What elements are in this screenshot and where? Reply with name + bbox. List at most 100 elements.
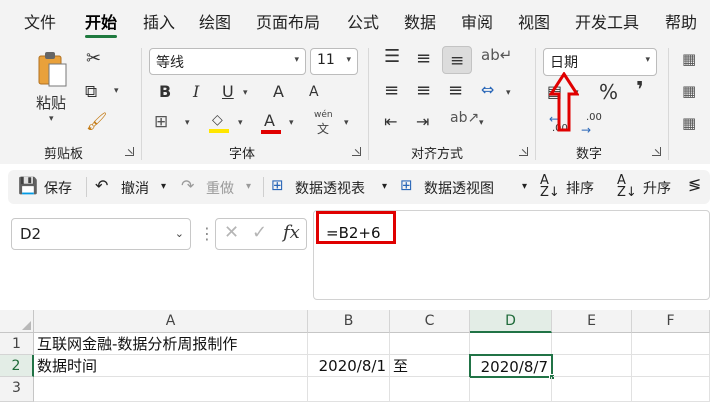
menu-data[interactable]: 数据 [404, 9, 436, 33]
border-icon[interactable]: ⊞ [154, 112, 168, 132]
align-bottom-button[interactable]: ≡ [442, 46, 472, 74]
cell-a1[interactable]: 互联网金融-数据分析周报制作 [34, 333, 308, 355]
undo-dropdown-icon[interactable]: ▾ [161, 181, 166, 192]
cancel-icon[interactable]: ✕ [224, 222, 239, 243]
menu-view[interactable]: 视图 [518, 9, 550, 33]
name-box[interactable]: D2 ⌄ [11, 218, 191, 250]
decrease-font-button[interactable]: A [309, 84, 319, 100]
sort-ascending-icon[interactable]: A Z↓ [617, 174, 637, 199]
phonetic-dropdown-icon[interactable]: ▾ [344, 118, 349, 128]
align-top-icon[interactable]: ☰ [384, 46, 400, 67]
fill-color-icon[interactable]: ◇ [209, 112, 231, 134]
italic-button[interactable]: I [193, 82, 199, 101]
copy-dropdown-icon[interactable]: ▾ [114, 86, 119, 96]
cell-a3[interactable] [34, 377, 308, 402]
clipboard-launcher-icon[interactable] [125, 147, 134, 156]
underline-dropdown-icon[interactable]: ▾ [243, 88, 248, 98]
sort-button[interactable]: 排序 [566, 178, 594, 198]
alignment-launcher-icon[interactable] [519, 147, 528, 156]
conditional-format-icon[interactable]: ▦ [682, 50, 696, 68]
align-right-icon[interactable]: ≡ [448, 80, 463, 101]
column-header-b[interactable]: B [308, 310, 390, 333]
more-options-icon[interactable]: ⋮ [199, 224, 215, 243]
font-launcher-icon[interactable] [352, 147, 361, 156]
copy-icon[interactable]: ⧉ [85, 82, 97, 102]
cell-c1[interactable] [390, 333, 470, 355]
fill-color-dropdown-icon[interactable]: ▾ [238, 118, 243, 128]
paste-label[interactable]: 粘贴 [36, 92, 66, 113]
menu-help[interactable]: 帮助 [665, 9, 697, 33]
menu-draw[interactable]: 绘图 [199, 9, 231, 33]
percent-style-button[interactable]: % [599, 80, 618, 104]
sort-ascending-button[interactable]: 升序 [643, 178, 671, 198]
underline-button[interactable]: U [222, 82, 234, 101]
font-name-select[interactable]: 等线 ▾ [149, 48, 306, 75]
align-middle-icon[interactable]: ≡ [416, 48, 431, 69]
column-header-a[interactable]: A [34, 310, 308, 333]
save-icon[interactable]: 💾 [18, 176, 38, 195]
cell-c2[interactable]: 至 [390, 355, 470, 377]
wrap-text-icon[interactable]: ab↵ [481, 46, 512, 64]
paste-icon[interactable] [36, 50, 68, 88]
decrease-indent-icon[interactable]: ⇤ [384, 112, 397, 131]
menu-developer[interactable]: 开发工具 [575, 9, 639, 33]
column-header-c[interactable]: C [390, 310, 470, 333]
menu-insert[interactable]: 插入 [143, 9, 175, 33]
orientation-dropdown-icon[interactable]: ▾ [479, 118, 484, 128]
insert-function-icon[interactable]: fx [283, 222, 300, 243]
pivot-chart-icon[interactable]: ⊞ [400, 176, 413, 194]
enter-icon[interactable]: ✓ [252, 222, 267, 243]
cut-icon[interactable]: ✂ [86, 48, 101, 69]
cell-f1[interactable] [632, 333, 710, 355]
row-header-3[interactable]: 3 [0, 377, 34, 402]
comma-style-button[interactable]: ❜ [636, 78, 644, 103]
cell-e3[interactable] [552, 377, 632, 402]
cell-d3[interactable] [470, 377, 552, 402]
decrease-decimal-button[interactable]: → .00 [581, 112, 607, 137]
menu-home[interactable]: 开始 [85, 9, 117, 33]
pivot-chart-button[interactable]: 数据透视图 [424, 178, 494, 198]
column-header-e[interactable]: E [552, 310, 632, 333]
sort-icon[interactable]: A Z↓ [540, 174, 560, 199]
select-all-corner[interactable] [0, 310, 34, 333]
column-header-d[interactable]: D [470, 310, 552, 333]
row-header-1[interactable]: 1 [0, 333, 34, 355]
cell-e2[interactable] [553, 355, 632, 377]
cell-d1[interactable] [470, 333, 552, 355]
row-header-2[interactable]: 2 [0, 355, 34, 377]
merge-dropdown-icon[interactable]: ▾ [506, 88, 511, 98]
font-color-dropdown-icon[interactable]: ▾ [289, 118, 294, 128]
undo-button[interactable]: 撤消 [121, 178, 149, 198]
cell-e1[interactable] [552, 333, 632, 355]
pivot-table-button[interactable]: 数据透视表 [295, 178, 365, 198]
number-launcher-icon[interactable] [652, 147, 661, 156]
cell-a2[interactable]: 数据时间 [34, 355, 308, 377]
menu-page-layout[interactable]: 页面布局 [256, 9, 320, 33]
table-format-icon[interactable]: ▦ [682, 82, 696, 100]
menu-file[interactable]: 文件 [24, 9, 56, 33]
border-dropdown-icon[interactable]: ▾ [185, 118, 190, 128]
column-header-f[interactable]: F [632, 310, 710, 333]
cell-d2[interactable]: 2020/8/7 [469, 354, 553, 378]
cell-b1[interactable] [308, 333, 390, 355]
cell-b3[interactable] [308, 377, 390, 402]
format-painter-icon[interactable]: 🖌 [86, 112, 108, 132]
pivot-chart-dropdown-icon[interactable]: ▾ [522, 181, 527, 192]
bold-button[interactable]: B [159, 82, 171, 101]
align-center-icon[interactable]: ≡ [416, 80, 431, 101]
font-size-select[interactable]: 11 ▾ [310, 48, 358, 75]
phonetic-button[interactable]: wén [314, 110, 333, 120]
cell-f3[interactable] [632, 377, 710, 402]
paste-dropdown-icon[interactable]: ▾ [49, 114, 54, 124]
merge-center-icon[interactable]: ⇔ [481, 80, 494, 99]
menu-review[interactable]: 审阅 [461, 9, 493, 33]
undo-icon[interactable]: ↶ [95, 176, 108, 195]
pivot-table-dropdown-icon[interactable]: ▾ [382, 181, 387, 192]
increase-font-button[interactable]: A [273, 82, 284, 101]
font-color-button[interactable]: A [261, 111, 281, 135]
orientation-icon[interactable]: ab↗ [450, 110, 479, 126]
increase-indent-icon[interactable]: ⇥ [416, 112, 429, 131]
menu-formulas[interactable]: 公式 [347, 9, 379, 33]
filter-icon[interactable]: ≶ [688, 175, 701, 194]
cell-b2[interactable]: 2020/8/1 [308, 355, 390, 377]
